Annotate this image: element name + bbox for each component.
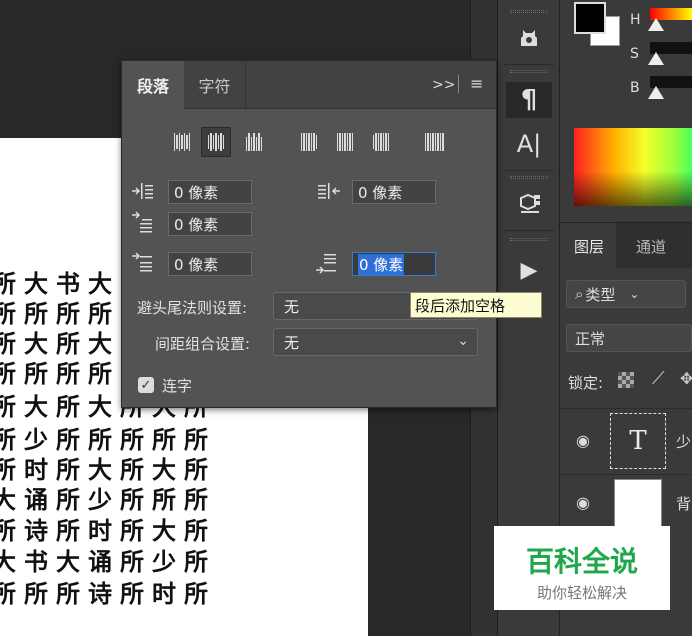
- space-after-icon: [316, 252, 340, 276]
- layer-filter-label: 类型: [585, 285, 616, 304]
- character-icon[interactable]: A|: [506, 126, 552, 162]
- divider: [504, 170, 554, 171]
- indent-left-icon: [132, 181, 156, 205]
- brightness-label: B: [630, 80, 640, 96]
- saturation-slider-handle[interactable]: [648, 52, 664, 65]
- space-before-icon: [132, 252, 156, 276]
- tab-channels[interactable]: 通道: [622, 223, 682, 269]
- align-center-button[interactable]: [201, 127, 231, 157]
- ai-tool-icon[interactable]: [506, 20, 552, 56]
- layer-row-background[interactable]: ◉ 背: [560, 474, 692, 534]
- panel-tab-bar: 段落 字符 >> ≡: [122, 61, 496, 109]
- panel-grip[interactable]: [510, 176, 548, 179]
- paragraph-icon[interactable]: ¶: [506, 82, 552, 118]
- space-after-field[interactable]: 0 像素: [352, 252, 436, 276]
- lock-move-icon[interactable]: ✥: [680, 369, 692, 388]
- document-text-row: 大诵所少所所所: [0, 486, 216, 514]
- hyphenate-label: 连字: [162, 377, 193, 395]
- space-after-selected-text: 0 像素: [358, 253, 405, 275]
- chevron-down-icon: ⌄: [457, 333, 469, 349]
- blend-mode-select[interactable]: 正常: [566, 324, 692, 352]
- color-spectrum[interactable]: [574, 128, 692, 206]
- hyphenate-checkbox[interactable]: ✓: [138, 377, 154, 393]
- align-right-button[interactable]: [239, 127, 269, 157]
- justify-last-right-button[interactable]: [366, 127, 396, 157]
- justify-last-center-button[interactable]: [330, 127, 360, 157]
- panel-grip[interactable]: [510, 10, 548, 13]
- indent-left-field[interactable]: 0 像素: [168, 180, 252, 204]
- play-icon[interactable]: ▶: [506, 252, 552, 288]
- hue-slider-handle[interactable]: [648, 18, 664, 31]
- eye-icon[interactable]: ◉: [576, 431, 590, 450]
- 3d-icon[interactable]: [506, 186, 552, 222]
- chevron-down-icon: ⌄: [629, 287, 640, 301]
- tooltip: 段后添加空格: [410, 292, 542, 318]
- document-text-row: 所诗所时所大所: [0, 517, 216, 545]
- justify-last-left-button[interactable]: [294, 127, 324, 157]
- saturation-label: S: [630, 46, 639, 62]
- divider: [504, 64, 554, 65]
- indent-first-line-field[interactable]: 0 像素: [168, 212, 252, 236]
- divider: [458, 75, 459, 93]
- layer-row-text[interactable]: ◉ T 少: [560, 408, 692, 474]
- background-layer-thumbnail: [614, 479, 662, 527]
- brightness-slider-handle[interactable]: [648, 86, 664, 99]
- tab-layers[interactable]: 图层: [560, 223, 616, 269]
- indent-first-line-icon: [132, 211, 156, 235]
- panel-menu-icon[interactable]: ≡: [470, 74, 483, 93]
- layer-name: 少: [676, 433, 692, 451]
- text-layer-thumbnail: T: [610, 413, 666, 469]
- document-text-row: 大书大诵所少所: [0, 548, 216, 576]
- layer-name: 背: [676, 495, 692, 513]
- indent-right-icon: [316, 181, 340, 205]
- document-text-row: 所所所诗所时所: [0, 580, 216, 608]
- tab-paragraph[interactable]: 段落: [122, 61, 184, 109]
- hue-label: H: [630, 12, 641, 28]
- lock-paint-icon[interactable]: ⟋: [652, 368, 665, 389]
- indent-right-field[interactable]: 0 像素: [352, 180, 436, 204]
- mojikumi-label: 间距组合设置:: [155, 335, 251, 353]
- layers-controls: ⌕ 类型 ⌄ 正常 锁定: ⟋ ✥: [560, 268, 692, 408]
- watermark-title: 百科全说: [525, 545, 638, 578]
- watermark-subtitle: 助你轻松解决: [536, 584, 627, 602]
- align-left-button[interactable]: [167, 127, 197, 157]
- kinsoku-value: 无: [284, 297, 300, 316]
- panel-grip[interactable]: [510, 238, 548, 241]
- watermark-logo: 百科全说 助你轻松解决: [494, 526, 670, 610]
- space-before-field[interactable]: 0 像素: [168, 252, 252, 276]
- mojikumi-select[interactable]: 无 ⌄: [273, 328, 478, 356]
- mojikumi-value: 无: [284, 333, 300, 352]
- lock-label: 锁定:: [568, 374, 604, 392]
- divider: [504, 230, 554, 231]
- collapse-panel-button[interactable]: >>: [432, 77, 455, 93]
- tab-character[interactable]: 字符: [184, 61, 246, 109]
- panel-grip[interactable]: [510, 70, 548, 73]
- document-text-row: 所所所所: [0, 360, 120, 388]
- paragraph-panel: 段落 字符 >> ≡ 0 像素 0 像素 0 像素 0 像素 0 像素 避头尾法…: [121, 60, 497, 408]
- foreground-color-swatch[interactable]: [574, 2, 606, 34]
- search-icon: ⌕: [575, 285, 584, 303]
- justify-all-button[interactable]: [419, 127, 449, 157]
- lock-transparent-icon[interactable]: [618, 372, 634, 388]
- layers-tab-bar: 图层 通道: [560, 222, 692, 269]
- eye-icon[interactable]: ◉: [576, 493, 590, 512]
- photoshop-workspace: 所大书大 所所所所 所大所大 所所所所 所大所大所大所 所少所所所所所 所时所大…: [0, 0, 692, 636]
- kinsoku-label: 避头尾法则设置:: [137, 299, 248, 317]
- layer-filter-select[interactable]: ⌕ 类型 ⌄: [566, 280, 686, 308]
